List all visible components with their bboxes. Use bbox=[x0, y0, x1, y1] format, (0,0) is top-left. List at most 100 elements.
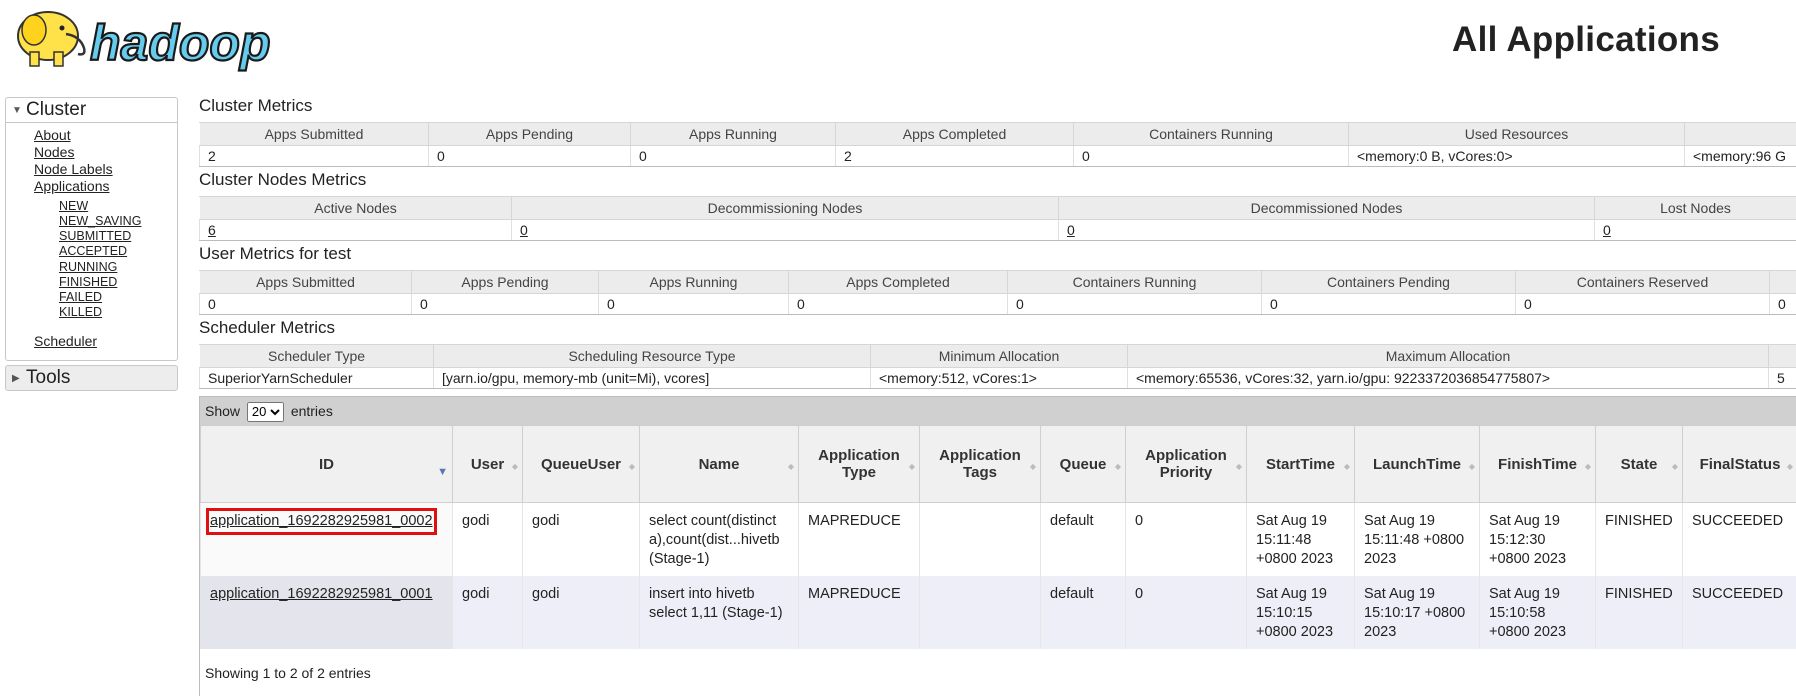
nav-state-accepted[interactable]: ACCEPTED bbox=[59, 244, 127, 258]
link-active-nodes[interactable]: 6 bbox=[208, 222, 216, 238]
cell-state: FINISHED bbox=[1596, 503, 1683, 577]
page-title: All Applications bbox=[1452, 20, 1720, 60]
col-state-label: State bbox=[1621, 456, 1658, 473]
col-start-time[interactable]: StartTime ◆ bbox=[1247, 426, 1355, 503]
sort-icon: ◆ bbox=[909, 462, 915, 471]
hadoop-logo[interactable]: hadoop bbox=[4, 0, 304, 78]
col-application-type[interactable]: Application Type ◆ bbox=[799, 426, 920, 503]
cell-queue: default bbox=[1041, 503, 1126, 577]
page-size-select[interactable]: 20 bbox=[247, 402, 284, 422]
col-start-time-label: StartTime bbox=[1266, 456, 1335, 473]
link-decommissioning-nodes[interactable]: 0 bbox=[520, 222, 528, 238]
col-id[interactable]: ID▼ bbox=[201, 426, 453, 503]
show-label: Show bbox=[205, 403, 240, 419]
sort-icon: ◆ bbox=[1344, 462, 1350, 471]
nav-state-killed[interactable]: KILLED bbox=[59, 305, 102, 319]
entries-label: entries bbox=[291, 403, 333, 419]
col-user[interactable]: User◆ bbox=[453, 426, 523, 503]
table-row: application_1692282925981_0002 godi godi… bbox=[201, 503, 1796, 577]
cell-type: MAPREDUCE bbox=[799, 576, 920, 649]
tools-nav[interactable]: ▶Tools bbox=[5, 365, 178, 391]
sort-icon: ◆ bbox=[1672, 462, 1678, 471]
tools-toggle[interactable]: ▶Tools bbox=[6, 366, 177, 390]
col-used-resources: Used Resources bbox=[1349, 123, 1685, 146]
col-finish-time[interactable]: FinishTime◆ bbox=[1480, 426, 1596, 503]
col-application-tags-label: Application Tags bbox=[939, 447, 1021, 481]
value-total-resources: <memory:96 G bbox=[1685, 146, 1796, 167]
col-queue[interactable]: Queue◆ bbox=[1041, 426, 1126, 503]
triangle-down-icon: ▼ bbox=[12, 99, 26, 123]
sort-icon: ◆ bbox=[1115, 462, 1121, 471]
value-user-containers-running: 0 bbox=[1008, 294, 1262, 315]
value-containers-running: 0 bbox=[1074, 146, 1349, 167]
cell-final-status: SUCCEEDED bbox=[1683, 576, 1796, 649]
cell-state: FINISHED bbox=[1596, 576, 1683, 649]
value-scheduling-resource-type: [yarn.io/gpu, memory-mb (unit=Mi), vcore… bbox=[434, 368, 871, 389]
col-apps-completed: Apps Completed bbox=[836, 123, 1074, 146]
user-metrics-title: User Metrics for test bbox=[199, 244, 351, 264]
col-queue-user[interactable]: QueueUser◆ bbox=[523, 426, 640, 503]
cell-priority: 0 bbox=[1126, 576, 1247, 649]
nav-scheduler[interactable]: Scheduler bbox=[34, 333, 97, 349]
col-user-containers-reserved: Containers Reserved bbox=[1516, 271, 1770, 294]
nav-state-failed[interactable]: FAILED bbox=[59, 290, 102, 304]
col-user-containers-pending: Containers Pending bbox=[1262, 271, 1516, 294]
sort-icon: ◆ bbox=[1469, 462, 1475, 471]
nav-state-new-saving[interactable]: NEW_SAVING bbox=[59, 214, 141, 228]
cell-final-status: SUCCEEDED bbox=[1683, 503, 1796, 577]
cluster-toggle[interactable]: ▼Cluster bbox=[6, 98, 177, 123]
col-application-tags[interactable]: Application Tags◆ bbox=[920, 426, 1041, 503]
triangle-right-icon: ▶ bbox=[12, 367, 26, 391]
nodes-metrics-table: Active Nodes Decommissioning Nodes Decom… bbox=[199, 196, 1796, 241]
col-final-status-label: FinalStatus bbox=[1700, 456, 1781, 473]
col-application-priority-label: Application Priority bbox=[1145, 447, 1227, 481]
col-scheduler-extra bbox=[1769, 345, 1796, 368]
page-size-bar: Show 20 entries bbox=[200, 397, 1796, 425]
nav-applications[interactable]: Applications bbox=[34, 178, 110, 194]
col-user-extra bbox=[1770, 271, 1796, 294]
col-user-apps-running: Apps Running bbox=[599, 271, 789, 294]
col-name[interactable]: Name◆ bbox=[640, 426, 799, 503]
nav-state-submitted[interactable]: SUBMITTED bbox=[59, 229, 131, 243]
col-user-apps-pending: Apps Pending bbox=[412, 271, 599, 294]
app-id-link[interactable]: application_1692282925981_0001 bbox=[210, 586, 433, 602]
cell-finish-time: Sat Aug 19 15:10:58 +0800 2023 bbox=[1480, 576, 1596, 649]
user-metrics-table: Apps Submitted Apps Pending Apps Running… bbox=[199, 270, 1796, 315]
nav-about[interactable]: About bbox=[34, 127, 71, 143]
col-application-priority[interactable]: Application Priority ◆ bbox=[1126, 426, 1247, 503]
tools-label: Tools bbox=[26, 367, 70, 388]
link-decommissioned-nodes[interactable]: 0 bbox=[1067, 222, 1075, 238]
col-state[interactable]: State ◆ bbox=[1596, 426, 1683, 503]
value-maximum-allocation: <memory:65536, vCores:32, yarn.io/gpu: 9… bbox=[1128, 368, 1769, 389]
cell-queue-user: godi bbox=[523, 576, 640, 649]
nav-node-labels[interactable]: Node Labels bbox=[34, 161, 113, 177]
value-user-apps-pending: 0 bbox=[412, 294, 599, 315]
col-name-label: Name bbox=[699, 456, 740, 473]
sort-icon: ◆ bbox=[1787, 462, 1793, 471]
nav-state-finished[interactable]: FINISHED bbox=[59, 275, 117, 289]
col-scheduling-resource-type: Scheduling Resource Type bbox=[434, 345, 871, 368]
col-final-status[interactable]: FinalStatus ◆ bbox=[1683, 426, 1796, 503]
cluster-metrics-title: Cluster Metrics bbox=[199, 96, 312, 116]
cell-launch-time: Sat Aug 19 15:10:17 +0800 2023 bbox=[1355, 576, 1480, 649]
table-info: Showing 1 to 2 of 2 entries bbox=[205, 665, 371, 681]
col-minimum-allocation: Minimum Allocation bbox=[871, 345, 1128, 368]
col-lost-nodes: Lost Nodes bbox=[1595, 197, 1796, 220]
value-apps-pending: 0 bbox=[429, 146, 631, 167]
cell-launch-time: Sat Aug 19 15:11:48 +0800 2023 bbox=[1355, 503, 1480, 577]
nav-state-new[interactable]: NEW bbox=[59, 199, 88, 213]
col-application-type-label: Application Type bbox=[818, 447, 900, 481]
value-apps-completed: 2 bbox=[836, 146, 1074, 167]
nav-nodes[interactable]: Nodes bbox=[34, 144, 74, 160]
cell-queue-user: godi bbox=[523, 503, 640, 577]
nav-state-running[interactable]: RUNNING bbox=[59, 260, 117, 274]
link-lost-nodes[interactable]: 0 bbox=[1603, 222, 1611, 238]
nodes-metrics-title: Cluster Nodes Metrics bbox=[199, 170, 366, 190]
value-used-resources: <memory:0 B, vCores:0> bbox=[1349, 146, 1685, 167]
cell-queue: default bbox=[1041, 576, 1126, 649]
col-maximum-allocation: Maximum Allocation bbox=[1128, 345, 1769, 368]
app-id-link[interactable]: application_1692282925981_0002 bbox=[210, 512, 433, 531]
col-launch-time[interactable]: LaunchTime◆ bbox=[1355, 426, 1480, 503]
sort-icon: ◆ bbox=[1236, 462, 1242, 471]
col-user-containers-running: Containers Running bbox=[1008, 271, 1262, 294]
